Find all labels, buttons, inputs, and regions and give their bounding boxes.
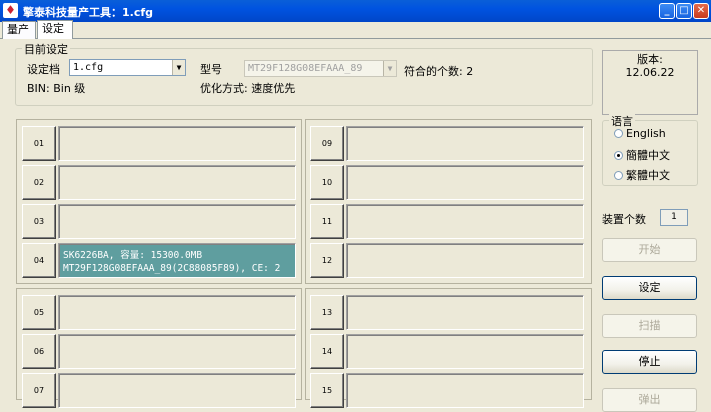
start-button[interactable]: 开始 [602, 238, 697, 262]
port-info-11 [346, 204, 584, 239]
bin-label: BIN: Bin 级 [27, 82, 86, 95]
radio-icon[interactable] [614, 171, 623, 180]
window-title: 擎泰科技量产工具：1.cfg [23, 6, 154, 19]
port-number-15: 15 [310, 373, 344, 408]
port-info-01 [58, 126, 296, 161]
device-count-field: 1 [660, 209, 688, 226]
port-info-02 [58, 165, 296, 200]
close-button[interactable]: ✕ [693, 3, 709, 19]
version-label: 版本: [637, 53, 663, 66]
main-window: ♦ 擎泰科技量产工具：1.cfg _ □ ✕ 量产 设定 目前设定 设定档 1.… [0, 0, 711, 412]
port-number-05: 05 [22, 295, 56, 330]
port-number-04: 04 [22, 243, 56, 278]
maximize-button[interactable]: □ [676, 3, 692, 19]
port-info-14 [346, 334, 584, 369]
port-info-15 [346, 373, 584, 408]
port-number-10: 10 [310, 165, 344, 200]
config-file-select[interactable]: 1.cfg ▼ [69, 59, 186, 76]
tab-settings[interactable]: 设定 [37, 20, 73, 39]
version-value: 12.06.22 [625, 66, 675, 79]
settings-button[interactable]: 设定 [602, 276, 697, 300]
port-04-capacity-text: SK6226BA, 容量: 15300.0MB [63, 250, 203, 261]
tab-mass-production[interactable]: 量产 [2, 21, 36, 39]
device-count-label: 装置个数 [602, 213, 646, 226]
language-option-traditional-chinese[interactable]: 繁體中文 [614, 167, 670, 183]
port-info-05 [58, 295, 296, 330]
eject-button[interactable]: 弹出 [602, 388, 697, 412]
port-info-03 [58, 204, 296, 239]
port-info-13 [346, 295, 584, 330]
minimize-button[interactable]: _ [659, 3, 675, 19]
language-option-english[interactable]: English [614, 127, 666, 140]
port-number-13: 13 [310, 295, 344, 330]
chevron-down-icon[interactable]: ▼ [172, 60, 185, 75]
port-number-02: 02 [22, 165, 56, 200]
current-settings-group: 目前设定 [15, 41, 593, 106]
port-number-09: 09 [310, 126, 344, 161]
app-icon: ♦ [3, 3, 18, 18]
port-info-04: SK6226BA, 容量: 15300.0MB MT29F128G08EFAAA… [58, 243, 296, 278]
match-count-label: 符合的个数: 2 [404, 65, 474, 78]
port-info-06 [58, 334, 296, 369]
model-select[interactable]: MT29F128G08EFAAA_89 ▼ [244, 60, 397, 77]
port-04-flash-text: MT29F128G08EFAAA_89(2C88085F89), CE: 2 [63, 263, 281, 274]
port-number-11: 11 [310, 204, 344, 239]
chevron-down-icon: ▼ [383, 61, 396, 76]
title-bar[interactable]: ♦ 擎泰科技量产工具：1.cfg _ □ ✕ [0, 0, 711, 22]
port-info-09 [346, 126, 584, 161]
optimize-label: 优化方式: 速度优先 [200, 82, 296, 95]
port-number-07: 07 [22, 373, 56, 408]
port-number-14: 14 [310, 334, 344, 369]
config-file-label: 设定档 [27, 63, 60, 76]
current-settings-title: 目前设定 [22, 41, 70, 57]
port-number-12: 12 [310, 243, 344, 278]
radio-selected-icon[interactable] [614, 151, 623, 160]
port-info-10 [346, 165, 584, 200]
scan-button[interactable]: 扫描 [602, 314, 697, 338]
stop-button[interactable]: 停止 [602, 350, 697, 374]
port-info-07 [58, 373, 296, 408]
port-number-06: 06 [22, 334, 56, 369]
port-number-03: 03 [22, 204, 56, 239]
model-label: 型号 [200, 63, 222, 76]
port-info-12 [346, 243, 584, 278]
config-file-value: 1.cfg [73, 62, 104, 73]
model-value: MT29F128G08EFAAA_89 [248, 63, 363, 74]
port-number-01: 01 [22, 126, 56, 161]
language-option-simplified-chinese[interactable]: 簡體中文 [614, 147, 670, 163]
radio-icon[interactable] [614, 129, 623, 138]
version-box: 版本: 12.06.22 [602, 50, 698, 115]
